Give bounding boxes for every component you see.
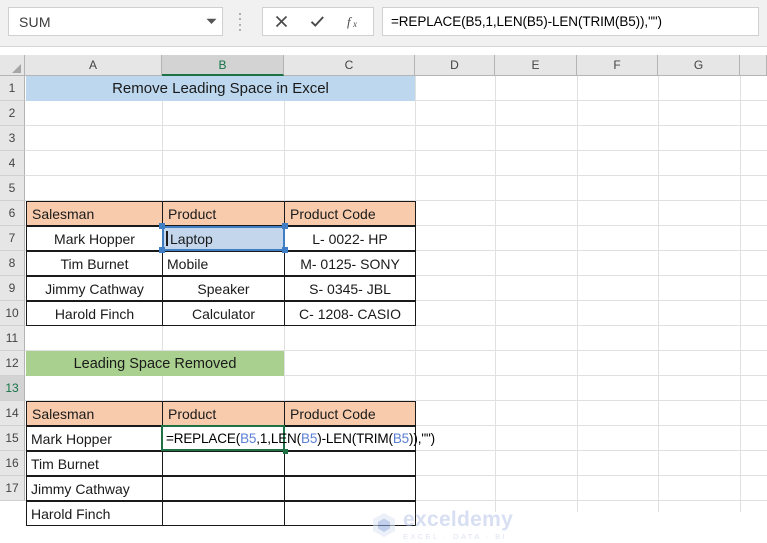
table2-cell-code-2[interactable] <box>284 451 416 476</box>
column-header-d[interactable]: D <box>415 55 495 76</box>
spreadsheet-grid[interactable]: A B C D E F G 1 2 3 4 5 6 7 8 9 10 11 12… <box>0 47 767 540</box>
chevron-down-icon[interactable] <box>204 15 218 29</box>
table1-cell-salesman-3[interactable]: Jimmy Cathway <box>26 276 163 301</box>
column-header-f[interactable]: F <box>577 55 658 76</box>
table1-cell-code-2[interactable]: M- 0125- SONY <box>284 251 416 276</box>
watermark-brand: exceldemy <box>403 508 514 531</box>
selection-handle-tl[interactable] <box>159 223 165 229</box>
svg-text:x: x <box>352 19 357 29</box>
column-headers: A B C D E F G <box>0 55 767 76</box>
active-cell-formula-text: =REPLACE(B5,1,LEN(B5)-LEN(TRIM(B5)),"") <box>166 426 435 451</box>
selection-handle-bl[interactable] <box>159 247 165 253</box>
name-box[interactable]: SUM <box>8 7 223 36</box>
table2-header-salesman[interactable]: Salesman <box>26 401 163 426</box>
row-header-12[interactable]: 12 <box>0 351 25 376</box>
watermark-tagline: EXCEL · DATA · BI <box>403 532 508 541</box>
formula-bar-buttons: f x <box>262 7 374 36</box>
row-header-1[interactable]: 1 <box>0 76 25 101</box>
cancel-icon[interactable] <box>266 8 296 35</box>
row-header-13[interactable]: 13 <box>0 376 25 401</box>
table1-cell-product-2[interactable]: Mobile <box>162 251 285 276</box>
text-caret <box>166 231 168 246</box>
subtitle-banner[interactable]: Leading Space Removed <box>26 351 284 376</box>
check-icon[interactable] <box>303 8 333 35</box>
table2-cell-salesman-2[interactable]: Tim Burnet <box>26 451 163 476</box>
table2-header-product-code[interactable]: Product Code <box>284 401 416 426</box>
referenced-cell-b5-value: Laptop <box>170 230 213 247</box>
row-header-9[interactable]: 9 <box>0 276 25 301</box>
table2-cell-code-3[interactable] <box>284 476 416 501</box>
table1-cell-code-4[interactable]: C- 1208- CASIO <box>284 301 416 326</box>
row-header-11[interactable]: 11 <box>0 326 25 351</box>
fx-icon[interactable]: f x <box>340 8 370 35</box>
formula-input-value: =REPLACE(B5,1,LEN(B5)-LEN(TRIM(B5)),"") <box>391 14 662 29</box>
table2-cell-product-3[interactable] <box>162 476 285 501</box>
referenced-cell-b5[interactable]: Laptop <box>162 226 285 251</box>
row-header-7[interactable]: 7 <box>0 226 25 251</box>
row-header-16[interactable]: 16 <box>0 451 25 476</box>
table1-cell-product-3[interactable]: Speaker <box>162 276 285 301</box>
title-banner[interactable]: Remove Leading Space in Excel <box>26 76 415 101</box>
row-header-4[interactable]: 4 <box>0 151 25 176</box>
table1-cell-code-3[interactable]: S- 0345- JBL <box>284 276 416 301</box>
table2-cell-salesman-1[interactable]: Mark Hopper <box>26 426 163 451</box>
row-header-17[interactable]: 17 <box>0 476 25 501</box>
selection-handle-tr[interactable] <box>282 223 288 229</box>
formula-input[interactable]: =REPLACE(B5,1,LEN(B5)-LEN(TRIM(B5)),"") <box>382 7 759 36</box>
table2-cell-product-2[interactable] <box>162 451 285 476</box>
formula-bar-area: SUM f x =REPLACE(B5,1,LEN(B5)-LEN(TRIM(B… <box>0 0 767 47</box>
row-header-5[interactable]: 5 <box>0 176 25 201</box>
table1-cell-salesman-2[interactable]: Tim Burnet <box>26 251 163 276</box>
table2-cell-salesman-4[interactable]: Harold Finch <box>26 501 163 526</box>
column-header-a[interactable]: A <box>25 55 162 76</box>
table1-cell-product-4[interactable]: Calculator <box>162 301 285 326</box>
row-header-14[interactable]: 14 <box>0 401 25 426</box>
table1-header-product-code[interactable]: Product Code <box>284 201 416 226</box>
row-header-3[interactable]: 3 <box>0 126 25 151</box>
formula-token-3: B5 <box>301 431 318 446</box>
table2-cell-salesman-3[interactable]: Jimmy Cathway <box>26 476 163 501</box>
formula-bar-grip <box>238 13 242 31</box>
table2-cell-code-4[interactable] <box>284 501 416 526</box>
table1-header-product[interactable]: Product <box>162 201 285 226</box>
column-header-c[interactable]: C <box>284 55 415 76</box>
row-header-15[interactable]: 15 <box>0 426 25 451</box>
formula-token-4: )-LEN(TRIM( <box>317 431 393 446</box>
name-box-value: SUM <box>19 13 51 30</box>
row-header-2[interactable]: 2 <box>0 101 25 126</box>
row-header-10[interactable]: 10 <box>0 301 25 326</box>
table1-cell-salesman-4[interactable]: Harold Finch <box>26 301 163 326</box>
table1-cell-code-1[interactable]: L- 0022- HP <box>284 226 416 251</box>
column-header-g[interactable]: G <box>658 55 740 76</box>
table1-cell-salesman-1[interactable]: Mark Hopper <box>26 226 163 251</box>
table2-header-product[interactable]: Product <box>162 401 285 426</box>
column-header-e[interactable]: E <box>495 55 577 76</box>
row-header-8[interactable]: 8 <box>0 251 25 276</box>
selection-handle-br[interactable] <box>282 247 288 253</box>
row-header-6[interactable]: 6 <box>0 201 25 226</box>
column-header-b[interactable]: B <box>162 55 284 76</box>
formula-token-5: B5 <box>392 431 410 446</box>
select-all-triangle-icon[interactable] <box>0 55 25 76</box>
table2-cell-product-4[interactable] <box>162 501 285 526</box>
table1-header-salesman[interactable]: Salesman <box>26 201 163 226</box>
formula-token-0: =REPLACE( <box>166 431 241 446</box>
formula-token-6: )),"") <box>409 431 435 446</box>
formula-token-2: ,1,LEN( <box>256 431 301 446</box>
column-header-h[interactable] <box>740 55 767 76</box>
formula-token-1: B5 <box>240 431 257 446</box>
